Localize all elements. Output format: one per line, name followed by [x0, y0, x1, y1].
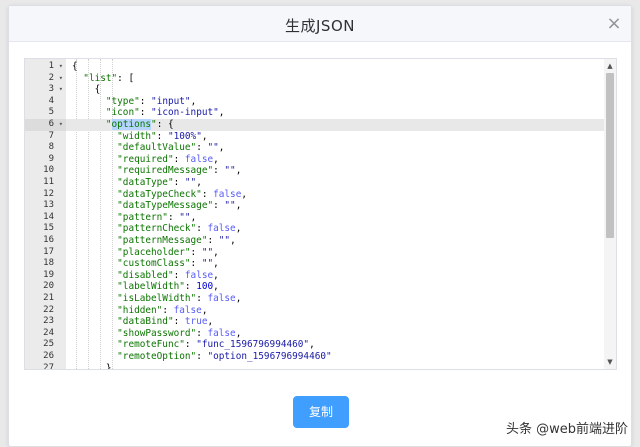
- watermark: 头条 @web前端进阶: [505, 422, 628, 437]
- dialog-title: 生成JSON: [285, 17, 355, 35]
- line-number: 22: [43, 304, 54, 315]
- json-code-editor[interactable]: 1 ▾ 2 ▾ 3 ▾ 4 5 6 ▾ 7 8 9 10 11 12 13 14 15 16 17 18 19 20 21 22 2…: [24, 58, 617, 370]
- code-line: "list": [: [83, 72, 135, 84]
- line-number: 20: [43, 281, 54, 292]
- code-line: "patternCheck": false,: [117, 223, 242, 235]
- copy-button[interactable]: 复制: [293, 396, 349, 428]
- line-number: 10: [43, 165, 54, 176]
- code-line: },: [72, 362, 118, 369]
- code-line: "type": "input",: [105, 95, 197, 107]
- code-line: {: [72, 84, 101, 96]
- code-line: "disabled": false,: [117, 269, 219, 281]
- code-line: "labelWidth": 100,: [117, 281, 219, 293]
- code-line: "isLabelWidth": false,: [117, 293, 242, 304]
- code-line: "placeholder": "",: [117, 246, 219, 258]
- code-line: "requiredMessage": "",: [117, 165, 242, 177]
- code-area[interactable]: { "list": [ { "type": "input", "icon": "…: [66, 59, 604, 369]
- line-number: 3 ▾: [48, 84, 63, 96]
- code-line: "pattern": "",: [117, 211, 197, 223]
- code-line: "dataTypeCheck": false,: [117, 188, 248, 200]
- line-number: 21: [43, 293, 54, 303]
- code-line: "icon": "icon-input",: [105, 107, 225, 119]
- code-line: "dataTypeMessage": "",: [117, 200, 242, 212]
- code-line: "defaultValue": "",: [117, 142, 225, 154]
- line-number: 19: [43, 269, 54, 280]
- line-number: 4: [48, 95, 54, 106]
- line-number: 7: [48, 130, 54, 141]
- dialog-header: 生成JSON ×: [9, 6, 631, 42]
- line-number: 16: [43, 235, 54, 245]
- code-line: {: [72, 61, 78, 72]
- code-line: "dataBind": true,: [117, 316, 214, 328]
- code-line: "options": {: [66, 119, 604, 131]
- code-line: "remoteOption": "option_1596796994460": [117, 351, 332, 362]
- line-number: 17: [43, 246, 54, 257]
- vertical-scrollbar[interactable]: ▲ ▼: [604, 59, 616, 369]
- line-number: 25: [43, 339, 54, 350]
- line-number: 18: [43, 258, 54, 269]
- line-number: 1 ▾: [48, 61, 63, 73]
- code-line: "patternMessage": "",: [117, 235, 236, 246]
- line-number: 11: [43, 177, 54, 187]
- fold-toggle-icon[interactable]: ▾: [59, 84, 63, 96]
- line-number: 13: [43, 200, 54, 211]
- line-number: 24: [43, 327, 54, 338]
- line-number: 8: [48, 142, 54, 153]
- line-number: 27: [43, 362, 54, 370]
- close-icon[interactable]: ×: [605, 15, 623, 33]
- code-line: "hidden": false,: [117, 304, 208, 316]
- line-number: 15: [43, 223, 54, 234]
- line-number: 2 ▾: [48, 72, 63, 85]
- line-number: 9: [48, 153, 54, 164]
- line-number-gutter: 1 ▾ 2 ▾ 3 ▾ 4 5 6 ▾ 7 8 9 10 11 12 13 14 15 16 17 18 19 20 21 22 2…: [25, 59, 66, 369]
- generate-json-dialog: 生成JSON × 1 ▾ 2 ▾ 3 ▾ 4 5 6 ▾ 7 8 9 10 11 12 13 14 15 16 17 18…: [8, 5, 632, 447]
- code-line: "showPassword": false,: [117, 327, 242, 339]
- scroll-thumb[interactable]: [606, 73, 614, 238]
- line-number: 6 ▾: [25, 119, 66, 131]
- code-line: "required": false,: [117, 153, 219, 165]
- line-number: 14: [43, 211, 54, 222]
- line-number: 5: [48, 107, 54, 118]
- scroll-up-arrow-icon[interactable]: ▲: [604, 61, 616, 71]
- line-number: 26: [43, 351, 54, 361]
- line-number: 23: [43, 316, 54, 327]
- code-line: "customClass": "",: [117, 258, 219, 270]
- code-line: "remoteFunc": "func_1596796994460",: [117, 339, 315, 351]
- fold-toggle-icon[interactable]: ▾: [59, 119, 63, 131]
- fold-toggle-icon[interactable]: ▾: [59, 73, 63, 85]
- code-line: "dataType": "",: [117, 177, 202, 188]
- fold-toggle-icon[interactable]: ▾: [59, 61, 63, 73]
- scroll-down-arrow-icon[interactable]: ▼: [604, 357, 616, 367]
- line-number: 12: [43, 188, 54, 199]
- code-line: "width": "100%",: [117, 130, 208, 142]
